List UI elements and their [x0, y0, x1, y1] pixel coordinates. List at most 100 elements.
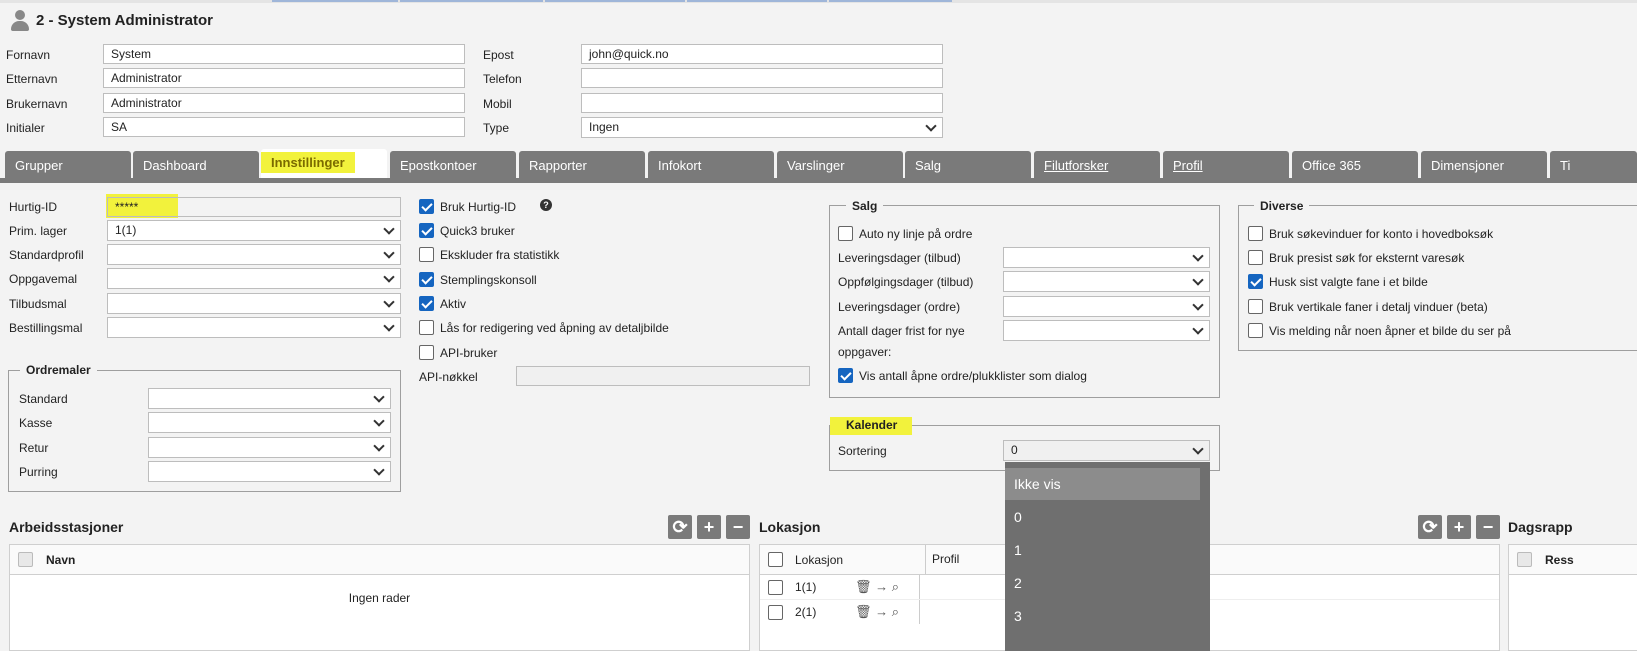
ekskluder-checkbox[interactable]: [419, 247, 434, 262]
vis-antall-checkbox[interactable]: [838, 368, 853, 383]
stemplingskonsoll-row[interactable]: Stemplingskonsoll: [419, 272, 537, 287]
oppgavemal-select[interactable]: [107, 268, 401, 289]
tab-innstillinger[interactable]: Innstillinger: [261, 149, 387, 179]
dropdown-option[interactable]: 1: [1005, 533, 1210, 566]
brukernavn-input[interactable]: Administrator: [103, 93, 465, 113]
select-all-checkbox[interactable]: [18, 552, 33, 567]
quick3-bruker-row[interactable]: Quick3 bruker: [419, 223, 515, 238]
aktiv-checkbox[interactable]: [419, 296, 434, 311]
diverse-item[interactable]: Bruk vertikale faner i detalj vinduer (b…: [1248, 299, 1488, 314]
tab-dimensjoner[interactable]: Dimensjoner: [1421, 151, 1547, 178]
auto-ny-linje-checkbox[interactable]: [838, 226, 853, 241]
tab-salg[interactable]: Salg: [905, 151, 1031, 178]
plus-icon[interactable]: +: [1447, 515, 1471, 539]
etternavn-input[interactable]: Administrator: [103, 68, 465, 88]
fornavn-input[interactable]: System: [103, 44, 465, 64]
api-bruker-checkbox[interactable]: [419, 345, 434, 360]
col-navn[interactable]: Navn: [46, 553, 75, 567]
laas-checkbox[interactable]: [419, 320, 434, 335]
sortering-select[interactable]: 0: [1003, 440, 1210, 461]
col-profil[interactable]: Profil: [925, 545, 959, 574]
diverse-item[interactable]: Vis melding når noen åpner et bilde du s…: [1248, 323, 1511, 338]
bruk-hurtig-id-checkbox[interactable]: [419, 199, 434, 214]
diverse-checkbox[interactable]: [1248, 299, 1263, 314]
initialer-input[interactable]: SA: [103, 117, 465, 137]
diverse-item[interactable]: Bruk søkevinduer for konto i hovedboksøk: [1248, 226, 1493, 241]
col-lokasjon[interactable]: Lokasjon: [795, 553, 925, 567]
tab-infokort[interactable]: Infokort: [648, 151, 774, 178]
sortering-dropdown-list: Ikke vis 0 1 2 3: [1005, 462, 1210, 651]
vis-antall-row[interactable]: Vis antall åpne ordre/plukklister som di…: [838, 368, 1087, 383]
telefon-input[interactable]: [581, 68, 943, 88]
prim-lager-select[interactable]: 1(1): [107, 220, 401, 241]
hurtig-id-input[interactable]: *****: [107, 197, 401, 217]
tab-rapporter[interactable]: Rapporter: [519, 151, 645, 178]
tab-filutforsker[interactable]: Filutforsker: [1034, 151, 1160, 178]
tab-varslinger[interactable]: Varslinger: [777, 151, 903, 178]
leveringsdager-ordre-select[interactable]: [1003, 296, 1210, 317]
tab-grupper[interactable]: Grupper: [5, 151, 131, 178]
diverse-checkbox[interactable]: [1248, 250, 1263, 265]
arrow-right-icon[interactable]: →: [875, 579, 888, 594]
leveringsdager-tilbud-select[interactable]: [1003, 247, 1210, 268]
search-icon[interactable]: ⌕: [892, 604, 899, 619]
tab-profil[interactable]: Profil: [1163, 151, 1289, 178]
oppfolgingsdager-tilbud-select[interactable]: [1003, 271, 1210, 292]
tab-epostkontoer[interactable]: Epostkontoer: [390, 151, 516, 178]
ordremal-purring-select[interactable]: [148, 461, 391, 482]
arrow-right-icon[interactable]: →: [875, 604, 888, 619]
laas-row[interactable]: Lås for redigering ved åpning av detaljb…: [419, 320, 669, 335]
ordremal-retur-select[interactable]: [148, 437, 391, 458]
minus-icon[interactable]: −: [726, 515, 750, 539]
epost-input[interactable]: john@quick.no: [581, 44, 943, 64]
bruk-hurtig-id-label: Bruk Hurtig-ID: [440, 199, 517, 214]
diverse-checkbox[interactable]: [1248, 226, 1263, 241]
diverse-checkbox[interactable]: [1248, 323, 1263, 338]
dropdown-option[interactable]: 3: [1005, 599, 1210, 632]
bestillingsmal-select[interactable]: [107, 317, 401, 338]
refresh-icon[interactable]: ⟳: [1418, 515, 1442, 539]
minus-icon[interactable]: −: [1476, 515, 1500, 539]
tab-ti[interactable]: Ti: [1550, 151, 1637, 178]
row-profil-cell: [919, 575, 920, 599]
dropdown-option[interactable]: 2: [1005, 566, 1210, 599]
salg-legend: Salg: [846, 199, 884, 213]
antall-dager-select[interactable]: [1003, 320, 1210, 341]
auto-ny-linje-row[interactable]: Auto ny linje på ordre: [838, 226, 972, 241]
ekskluder-row[interactable]: Ekskluder fra statistikk: [419, 247, 559, 262]
quick3-bruker-checkbox[interactable]: [419, 223, 434, 238]
standardprofil-select[interactable]: [107, 244, 401, 265]
select-all-checkbox[interactable]: [768, 552, 783, 567]
api-nokkel-input[interactable]: [516, 366, 810, 386]
row-actions: 🗑 → ⌕: [855, 604, 919, 620]
api-bruker-row[interactable]: API-bruker: [419, 345, 497, 360]
standardprofil-label: Standardprofil: [9, 248, 84, 262]
tab-office365[interactable]: Office 365: [1292, 151, 1418, 178]
aktiv-row[interactable]: Aktiv: [419, 296, 466, 311]
ordremal-standard-select[interactable]: [148, 388, 391, 409]
dropdown-option[interactable]: Ikke vis: [1005, 468, 1200, 500]
tab-dashboard[interactable]: Dashboard: [133, 151, 259, 178]
row-checkbox[interactable]: [768, 604, 783, 620]
bruk-hurtig-id-row[interactable]: Bruk Hurtig-ID: [419, 199, 516, 214]
mobil-input[interactable]: [581, 93, 943, 113]
select-all-checkbox[interactable]: [1517, 552, 1532, 567]
lokasjon-title: Lokasjon: [759, 519, 821, 535]
help-icon[interactable]: ?: [540, 199, 552, 211]
row-checkbox[interactable]: [768, 579, 783, 595]
stemplingskonsoll-checkbox[interactable]: [419, 272, 434, 287]
ordremal-kasse-select[interactable]: [148, 412, 391, 433]
type-select[interactable]: Ingen: [581, 117, 943, 138]
diverse-item[interactable]: Bruk presist søk for eksternt varesøk: [1248, 250, 1464, 265]
refresh-icon[interactable]: ⟳: [668, 515, 692, 539]
diverse-checkbox[interactable]: [1248, 274, 1263, 289]
dropdown-option[interactable]: 0: [1005, 500, 1210, 533]
diverse-item[interactable]: Husk sist valgte fane i et bilde: [1248, 274, 1428, 289]
tilbudsmal-select[interactable]: [107, 293, 401, 314]
row-profil-cell: [919, 600, 920, 624]
search-icon[interactable]: ⌕: [892, 579, 899, 594]
trash-icon[interactable]: 🗑: [855, 604, 872, 619]
col-ress[interactable]: Ress: [1545, 553, 1574, 567]
trash-icon[interactable]: 🗑: [855, 579, 872, 594]
plus-icon[interactable]: +: [697, 515, 721, 539]
